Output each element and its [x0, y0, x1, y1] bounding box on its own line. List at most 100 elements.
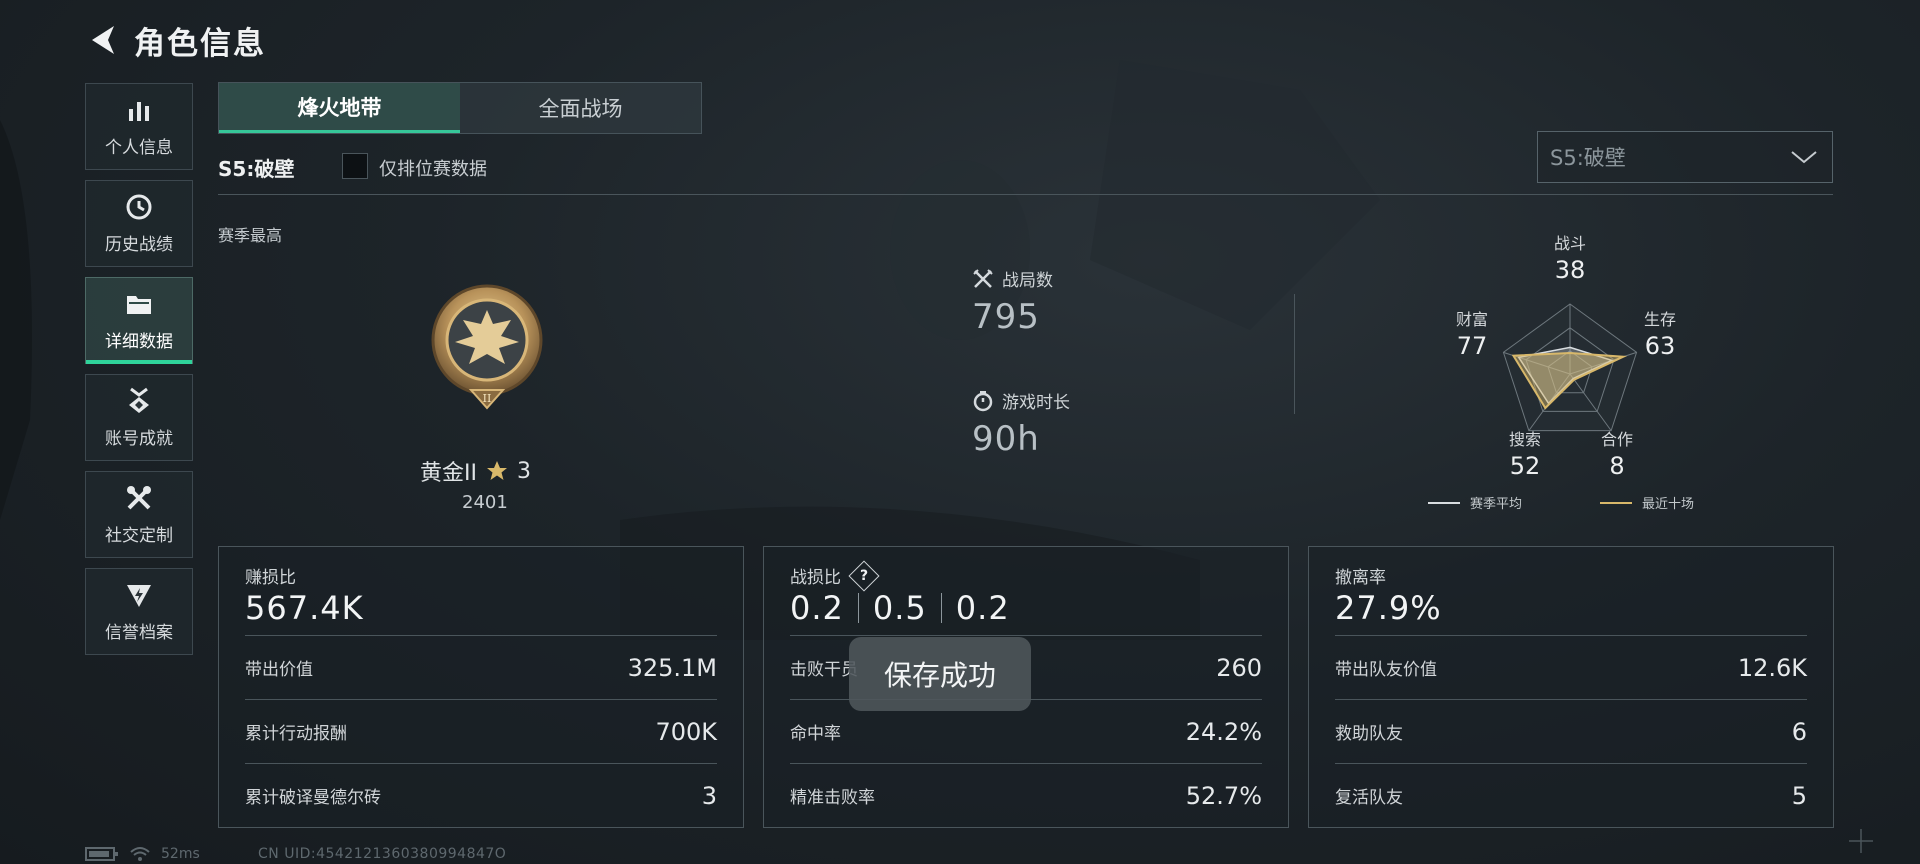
shield-bolt-icon: [125, 581, 153, 609]
radar-value-combat: 38: [1554, 256, 1586, 284]
tab-full-battlefield[interactable]: 全面战场: [460, 83, 701, 133]
player-uid: CN UID:4542121360380994847O: [258, 846, 507, 862]
radar-label-combat: 战斗: [1553, 234, 1586, 253]
sidebar-item-history[interactable]: 历史战绩: [85, 180, 193, 267]
radar-label-search: 搜索: [1508, 430, 1541, 449]
rank-badge-icon: II: [431, 284, 543, 410]
stat-row-value: 52.7%: [1185, 781, 1262, 810]
stat-row-label: 复活队友: [1335, 788, 1403, 808]
stat-row-value: 3: [701, 781, 717, 810]
sidebar-item-achievements[interactable]: 账号成就: [85, 374, 193, 461]
ping-value: 52ms: [161, 846, 200, 862]
extraction-card: 撤离率 27.9% 带出队友价值 12.6K 救助队友 6 复活队友 5: [1308, 546, 1834, 828]
stat-row-value: 325.1M: [627, 653, 717, 682]
sidebar-item-label: 详细数据: [105, 331, 173, 352]
sidebar-item-label: 个人信息: [105, 137, 173, 158]
stat-row-label: 带出价值: [245, 660, 313, 680]
sidebar: 个人信息 历史战绩 详细数据 账号成就 社交定制 信誉档案: [85, 83, 193, 665]
status-bar: 52ms: [85, 845, 200, 863]
stat-row: 累计行动报酬 700K: [245, 699, 717, 763]
stat-row: 带出价值 325.1M: [245, 635, 717, 699]
radar-value-search: 52: [1509, 452, 1541, 480]
stat-row: 带出队友价值 12.6K: [1335, 635, 1807, 699]
profit-label: 赚损比: [245, 568, 296, 588]
kd-values: 0.2 0.5 0.2: [790, 589, 1010, 627]
help-icon[interactable]: ?: [848, 559, 880, 592]
radar-value-survival: 63: [1644, 332, 1676, 360]
radar-label-wealth: 财富: [1455, 310, 1488, 329]
rank-score: 2401: [462, 492, 508, 513]
stat-row-value: 260: [1216, 653, 1262, 682]
stat-row-value: 5: [1791, 781, 1807, 810]
medal-icon: [125, 387, 153, 415]
season-best-label: 赛季最高: [218, 226, 283, 245]
sidebar-item-label: 历史战绩: [105, 234, 173, 255]
stat-row: 累计破译曼德尔砖 3: [245, 763, 717, 827]
sidebar-item-label: 账号成就: [105, 428, 173, 449]
stopwatch-icon: [973, 390, 993, 411]
star-icon: [486, 461, 507, 480]
clock-icon: [125, 193, 153, 221]
kd-value-3: 0.2: [955, 589, 1010, 627]
svg-text:II: II: [483, 392, 492, 405]
season-label: S5:破壁: [218, 157, 295, 181]
kd-label-row: 战损比 ?: [790, 559, 880, 592]
wifi-icon: [130, 847, 150, 861]
back-button[interactable]: [86, 23, 120, 57]
chevron-down-icon: [1791, 151, 1817, 164]
matches-label: 战局数: [1002, 271, 1053, 291]
rank-title: 黄金II: [420, 461, 477, 486]
matches-value: 795: [972, 297, 1040, 337]
matches-stat: 战局数 795: [972, 266, 1053, 337]
stat-row-label: 击败干员: [790, 660, 858, 680]
playtime-value: 90h: [972, 419, 1040, 459]
mode-tabs: 烽火地带 全面战场: [218, 82, 702, 134]
page-header: 角色信息: [86, 18, 266, 62]
season-dropdown[interactable]: S5:破壁: [1537, 131, 1833, 183]
overview-divider: [1294, 294, 1295, 414]
tools-icon: [125, 484, 153, 512]
save-success-toast: 保存成功: [849, 637, 1031, 711]
legend-season-avg-label: 赛季平均: [1470, 497, 1523, 512]
ranked-only-label: 仅排位赛数据: [379, 159, 487, 180]
stat-row-label: 累计行动报酬: [245, 724, 347, 744]
playtime-stat: 游戏时长 90h: [972, 388, 1070, 459]
rank-name: 黄金II 3: [420, 455, 531, 487]
profit-card: 赚损比 567.4K 带出价值 325.1M 累计行动报酬 700K 累计破译曼德尔…: [218, 546, 744, 828]
radar-label-cooperation: 合作: [1600, 430, 1633, 449]
stat-row: 救助队友 6: [1335, 699, 1807, 763]
legend-season-avg: 赛季平均: [1428, 493, 1522, 512]
folder-icon: [125, 290, 153, 318]
radar-value-wealth: 77: [1456, 332, 1488, 360]
crossed-swords-icon: [973, 268, 993, 288]
bar-chart-icon: [125, 96, 153, 124]
stat-row: 复活队友 5: [1335, 763, 1807, 827]
radar-chart: 战斗 38 生存 63 合作 8 搜索 52 财富 77: [1420, 224, 1720, 514]
stat-row-value: 12.6K: [1737, 653, 1807, 682]
page-title: 角色信息: [134, 25, 266, 62]
stat-row-label: 带出队友价值: [1335, 660, 1437, 680]
playtime-label: 游戏时长: [1002, 393, 1070, 413]
sidebar-item-social[interactable]: 社交定制: [85, 471, 193, 558]
stat-row-value: 24.2%: [1185, 717, 1262, 746]
stat-row-value: 700K: [655, 717, 717, 746]
stat-row-label: 命中率: [790, 724, 841, 744]
kd-value-1: 0.2: [790, 589, 844, 627]
corner-crosshair-icon: [1849, 829, 1873, 853]
header-divider: [218, 194, 1833, 195]
profit-value: 567.4K: [245, 589, 364, 627]
stat-row: 精准击败率 52.7%: [790, 763, 1262, 827]
season-dropdown-value: S5:破壁: [1550, 146, 1626, 170]
sidebar-item-personal-info[interactable]: 个人信息: [85, 83, 193, 170]
radar-value-cooperation: 8: [1609, 452, 1625, 480]
sidebar-item-label: 社交定制: [105, 525, 173, 546]
sidebar-item-reputation[interactable]: 信誉档案: [85, 568, 193, 655]
ranked-only-checkbox[interactable]: [342, 153, 368, 179]
tab-hazard-zone[interactable]: 烽火地带: [219, 83, 460, 133]
rank-stars: 3: [516, 458, 531, 484]
battery-icon: [85, 847, 118, 861]
extraction-label: 撤离率: [1335, 568, 1386, 588]
stat-row-label: 累计破译曼德尔砖: [245, 788, 381, 808]
legend-recent-ten: 最近十场: [1600, 493, 1694, 512]
sidebar-item-detailed-data[interactable]: 详细数据: [85, 277, 193, 364]
